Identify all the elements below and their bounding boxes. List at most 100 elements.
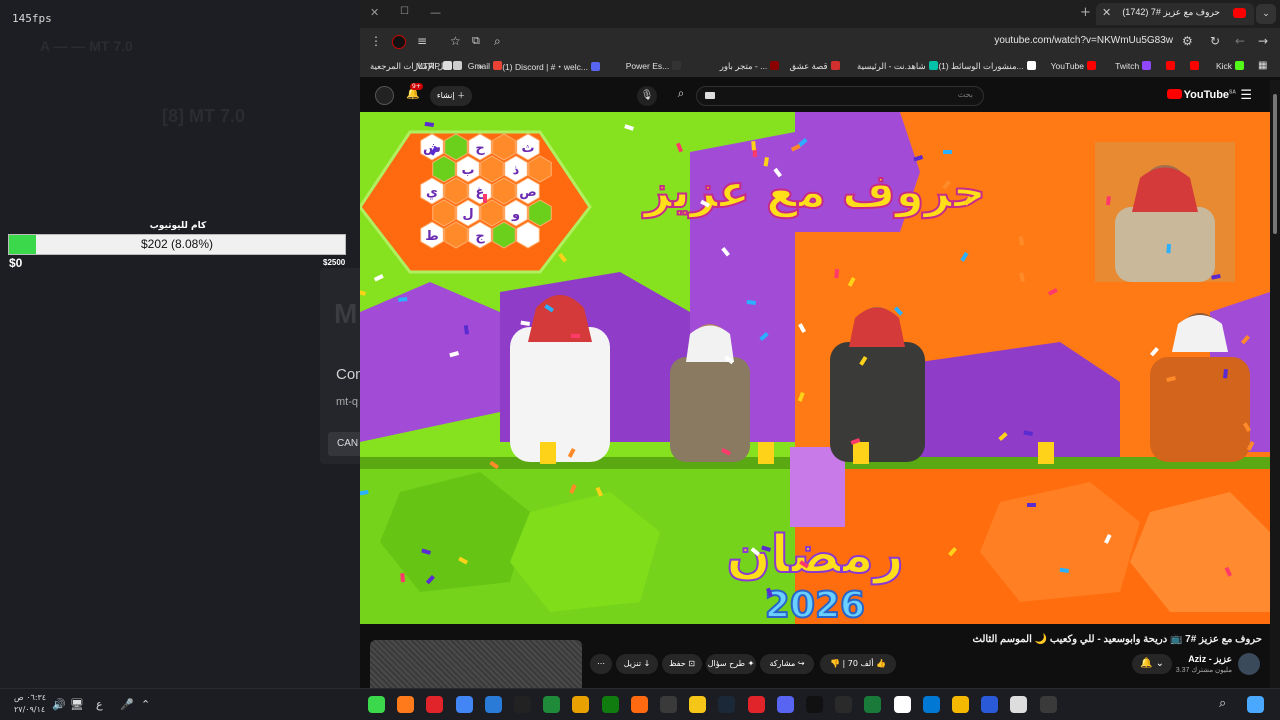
tab-search-icon[interactable]: ⌄ [1256, 4, 1276, 24]
like-icon[interactable]: 👍 [876, 659, 886, 668]
network-icon[interactable]: 🖥 [70, 698, 84, 711]
taskbar-app-icon[interactable] [747, 696, 765, 713]
taskbar-app-icon[interactable] [630, 696, 648, 713]
dialog-cancel-button[interactable]: CAN [328, 432, 362, 456]
language-indicator[interactable]: ع [96, 698, 103, 711]
create-button[interactable]: إنشاء ＋ [430, 86, 472, 106]
taskbar-app-icon[interactable] [718, 696, 736, 713]
bookmark-item[interactable]: (1) Discord | #・welc... [502, 61, 600, 73]
guide-menu-icon[interactable]: ☰ [1240, 88, 1252, 103]
taskbar-app-icon[interactable] [368, 696, 385, 713]
bookmark-favicon-icon [770, 61, 780, 70]
minimize-icon[interactable]: — [430, 6, 441, 19]
bookmark-favicon-icon [928, 61, 938, 70]
taskbar-app-icon[interactable] [776, 696, 794, 713]
voice-search-icon[interactable]: 🎙 [637, 86, 657, 106]
browser-menu-icon[interactable]: ⋮ [370, 34, 382, 48]
board-letter: ذ [513, 163, 520, 178]
bookmark-item[interactable]: Gmail [468, 61, 502, 71]
taskbar-app-icon[interactable] [1039, 696, 1057, 713]
taskbar-app-icon[interactable] [864, 696, 882, 713]
ask-button[interactable]: طرح سؤال ✦ [706, 654, 756, 674]
tab-youtube[interactable]: ✕ (1742) حروف مع عزيز #7 [1096, 3, 1254, 25]
forward-icon[interactable]: ← [1235, 34, 1245, 48]
bookmark-item[interactable]: Twitch [1115, 61, 1152, 71]
taskbar-app-icon[interactable] [514, 696, 531, 713]
site-settings-icon[interactable]: ⚙ [1182, 34, 1193, 48]
account-avatar[interactable] [375, 86, 394, 105]
taskbar-app-icon[interactable] [689, 696, 707, 713]
tray-chevron-icon[interactable]: ⌃ [141, 698, 150, 711]
close-window-icon[interactable]: ✕ [370, 6, 379, 19]
share-button[interactable]: مشاركة ↪ [760, 654, 814, 674]
apps-grid-icon[interactable]: ▦ [1258, 60, 1267, 71]
save-button[interactable]: حفظ ⊡ [662, 654, 702, 674]
taskbar-app-icon[interactable] [952, 696, 969, 713]
reload-icon[interactable]: ↻ [1210, 34, 1220, 48]
dislike-icon[interactable]: 👎 [830, 659, 840, 668]
download-button[interactable]: تنزيل ↓ [616, 654, 658, 674]
taskbar-app-icon[interactable] [601, 696, 619, 713]
bookmark-item[interactable]: YouTube [1051, 61, 1096, 71]
taskbar-app-icon[interactable] [922, 696, 940, 713]
subscribe-bell-button[interactable]: 🔔 ⌄ [1132, 654, 1172, 674]
ghost-text: A — — MT 7.0 [40, 38, 133, 54]
channel-name[interactable]: Aziz - عزيز [1188, 654, 1232, 665]
maximize-icon[interactable]: ☐ [400, 6, 409, 17]
board-letter: ط [425, 229, 439, 244]
url-field[interactable]: youtube.com/watch?v=NKWmUu5G83w [994, 35, 1173, 46]
bookmark-item[interactable]: شاهد.نت - الرئيسية [857, 61, 938, 72]
goal-progress-text: $202 (8.08%) [140, 237, 214, 251]
tab-title: (1742) حروف مع عزيز #7 [1122, 7, 1220, 17]
tab-close-icon[interactable]: ✕ [1102, 6, 1111, 19]
back-icon[interactable]: → [1258, 34, 1268, 48]
bookmark-item[interactable]: قصة عشق [790, 61, 840, 72]
profile-icon[interactable] [392, 35, 406, 49]
taskbar-app-icon[interactable] [397, 696, 415, 713]
taskbar-search-icon[interactable]: ⌕ [1219, 696, 1236, 713]
page-scrollbar[interactable] [1270, 80, 1280, 688]
cup [758, 442, 774, 464]
taskbar-app-icon[interactable] [981, 696, 999, 713]
taskbar-app-icon[interactable] [455, 696, 473, 713]
microphone-icon[interactable]: 🎤 [120, 698, 134, 711]
bookmark-item[interactable]: Kick [1216, 61, 1244, 71]
search-input[interactable]: بحث [696, 86, 984, 106]
dialog-logo: M [334, 298, 358, 329]
bookmark-label: متجر باور - ... [719, 61, 768, 71]
keyboard-icon[interactable] [705, 92, 715, 99]
confetti-piece [400, 573, 405, 583]
bookmark-item[interactable]: (1) منشورات الوسائط... [938, 61, 1036, 72]
bookmark-item[interactable]: Power Es... [626, 61, 682, 71]
left-desktop-pane: 145fps A — — MT 7.0 [8] MT 7.0 كام لليوت… [0, 0, 364, 688]
clock-date[interactable]: ٢٧/٠٩/١٤ [14, 705, 45, 714]
taskbar-app-icon[interactable] [660, 696, 677, 713]
bookmark-item[interactable]: متجر باور - ... [719, 61, 780, 72]
media-control-icon[interactable]: ≡ [417, 34, 427, 48]
zoom-icon[interactable]: ⌕ [494, 34, 501, 49]
taskbar-app-icon[interactable] [1010, 696, 1028, 713]
search-icon[interactable]: ⌕ [668, 86, 694, 106]
start-menu-icon[interactable] [1247, 696, 1264, 713]
taskbar-app-icon[interactable] [484, 696, 502, 713]
bookmark-item[interactable] [1163, 61, 1176, 71]
translate-icon[interactable]: ⧉ [472, 34, 480, 48]
bookmark-item[interactable] [1187, 61, 1200, 71]
bookmark-star-icon[interactable]: ☆ [450, 34, 461, 48]
taskbar-app-icon[interactable] [893, 696, 911, 713]
taskbar-app-icon[interactable] [543, 696, 561, 713]
video-player[interactable]: شحثبذيغصلوطج حروف مع عزيز رمضان 2026 [360, 112, 1270, 624]
taskbar-app-icon[interactable] [835, 696, 853, 713]
volume-icon[interactable]: 🔊 [52, 698, 66, 711]
taskbar-app-icon[interactable] [426, 696, 444, 713]
clock-time[interactable]: ٠٦:٣٤ ص [14, 693, 46, 702]
youtube-logo[interactable]: YouTubeSA [1166, 89, 1236, 101]
new-tab-icon[interactable]: + [1080, 5, 1091, 20]
scroll-thumb[interactable] [1273, 94, 1277, 234]
bookmark-favicon-icon [443, 61, 452, 70]
more-actions-button[interactable]: ⋯ [590, 654, 612, 674]
bookmark-item[interactable]: MTRP [416, 61, 452, 71]
taskbar-app-icon[interactable] [572, 696, 590, 713]
channel-avatar[interactable] [1238, 653, 1260, 675]
taskbar-app-icon[interactable] [806, 696, 823, 713]
